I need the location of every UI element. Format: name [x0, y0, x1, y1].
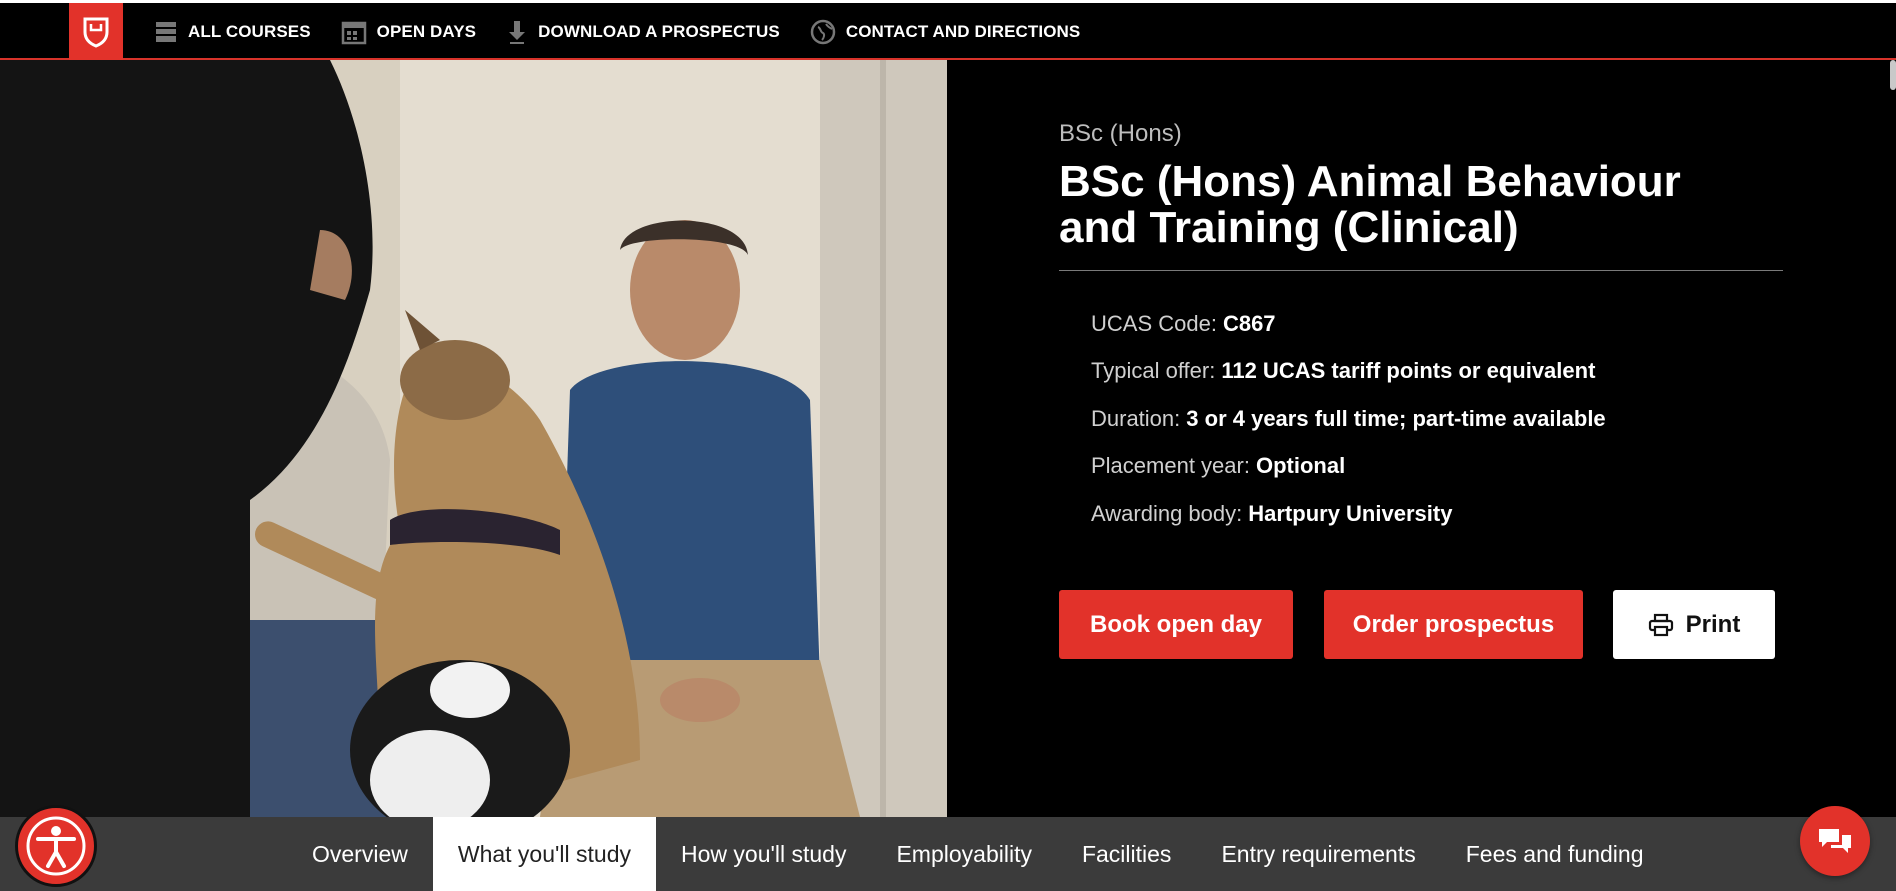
tab-employability[interactable]: Employability — [871, 817, 1057, 891]
section-tab-bar: Overview What you'll study How you'll st… — [0, 817, 1896, 891]
fact-label: Typical offer: — [1091, 358, 1216, 384]
globe-icon — [810, 19, 836, 44]
fact-label: Duration: — [1091, 405, 1181, 431]
print-label: Print — [1685, 610, 1741, 638]
course-facts: UCAS Code: C867 Typical offer: 112 UCAS … — [1091, 300, 1606, 538]
book-open-day-button[interactable]: Book open day — [1059, 590, 1293, 659]
course-hero: BSc (Hons) BSc (Hons) Animal Behaviour a… — [0, 60, 1896, 817]
fact-duration: Duration: 3 or 4 years full time; part-t… — [1091, 395, 1606, 443]
fact-awarding-body: Awarding body: Hartpury University — [1091, 490, 1606, 538]
print-button[interactable]: Print — [1613, 590, 1775, 659]
nav-all-courses[interactable]: ALL COURSES — [154, 19, 311, 45]
printer-icon — [1648, 613, 1673, 636]
fact-label: UCAS Code: — [1091, 310, 1217, 336]
nav-label: DOWNLOAD A PROSPECTUS — [538, 21, 780, 41]
fact-value: C867 — [1222, 310, 1276, 336]
hero-photo — [0, 60, 947, 817]
tab-facilities[interactable]: Facilities — [1057, 817, 1196, 891]
main-nav: ALL COURSES OPEN DAYS DOWNLOAD A PROSPEC… — [154, 3, 1080, 60]
nav-open-days[interactable]: OPEN DAYS — [341, 19, 476, 45]
fact-placement-year: Placement year: Optional — [1091, 443, 1606, 491]
top-navigation-bar: ALL COURSES OPEN DAYS DOWNLOAD A PROSPEC… — [0, 3, 1896, 60]
nav-download-prospectus[interactable]: DOWNLOAD A PROSPECTUS — [506, 19, 780, 45]
accessibility-button[interactable] — [15, 805, 97, 887]
nav-contact-directions[interactable]: CONTACT AND DIRECTIONS — [810, 19, 1081, 45]
course-level: BSc (Hons) — [1059, 120, 1182, 147]
accessibility-icon — [26, 816, 86, 876]
fact-value: 112 UCAS tariff points or equivalent — [1221, 358, 1596, 384]
order-prospectus-button[interactable]: Order prospectus — [1324, 590, 1583, 659]
shield-logo-icon — [83, 17, 109, 48]
courses-icon — [156, 21, 176, 42]
chat-bubbles-icon — [1819, 829, 1851, 853]
tab-entry-requirements[interactable]: Entry requirements — [1196, 817, 1440, 891]
fact-label: Awarding body: — [1091, 500, 1243, 526]
fact-label: Placement year: — [1091, 453, 1250, 479]
tab-what-youll-study[interactable]: What you'll study — [432, 817, 656, 891]
fact-value: Hartpury University — [1248, 500, 1453, 526]
calendar-icon — [341, 21, 366, 44]
divider — [1059, 270, 1783, 271]
nav-label: CONTACT AND DIRECTIONS — [845, 21, 1081, 41]
page-title: BSc (Hons) Animal Behaviour and Training… — [1059, 157, 1681, 252]
tab-overview[interactable]: Overview — [287, 817, 433, 891]
nav-label: ALL COURSES — [188, 21, 311, 41]
hero-photo-illustration — [0, 60, 947, 817]
section-tabs: Overview What you'll study How you'll st… — [287, 817, 1669, 891]
scrollbar-thumb[interactable] — [1890, 60, 1896, 90]
fact-value: 3 or 4 years full time; part-time availa… — [1186, 405, 1606, 431]
fact-value: Optional — [1255, 453, 1346, 479]
tab-fees-and-funding[interactable]: Fees and funding — [1441, 817, 1669, 891]
fact-ucas-code: UCAS Code: C867 — [1091, 300, 1606, 348]
nav-label: OPEN DAYS — [376, 21, 477, 41]
university-logo[interactable] — [69, 3, 123, 60]
download-icon — [509, 20, 526, 44]
tab-how-youll-study[interactable]: How you'll study — [656, 817, 871, 891]
fact-typical-offer: Typical offer: 112 UCAS tariff points or… — [1091, 348, 1606, 396]
live-chat-button[interactable] — [1800, 806, 1870, 876]
